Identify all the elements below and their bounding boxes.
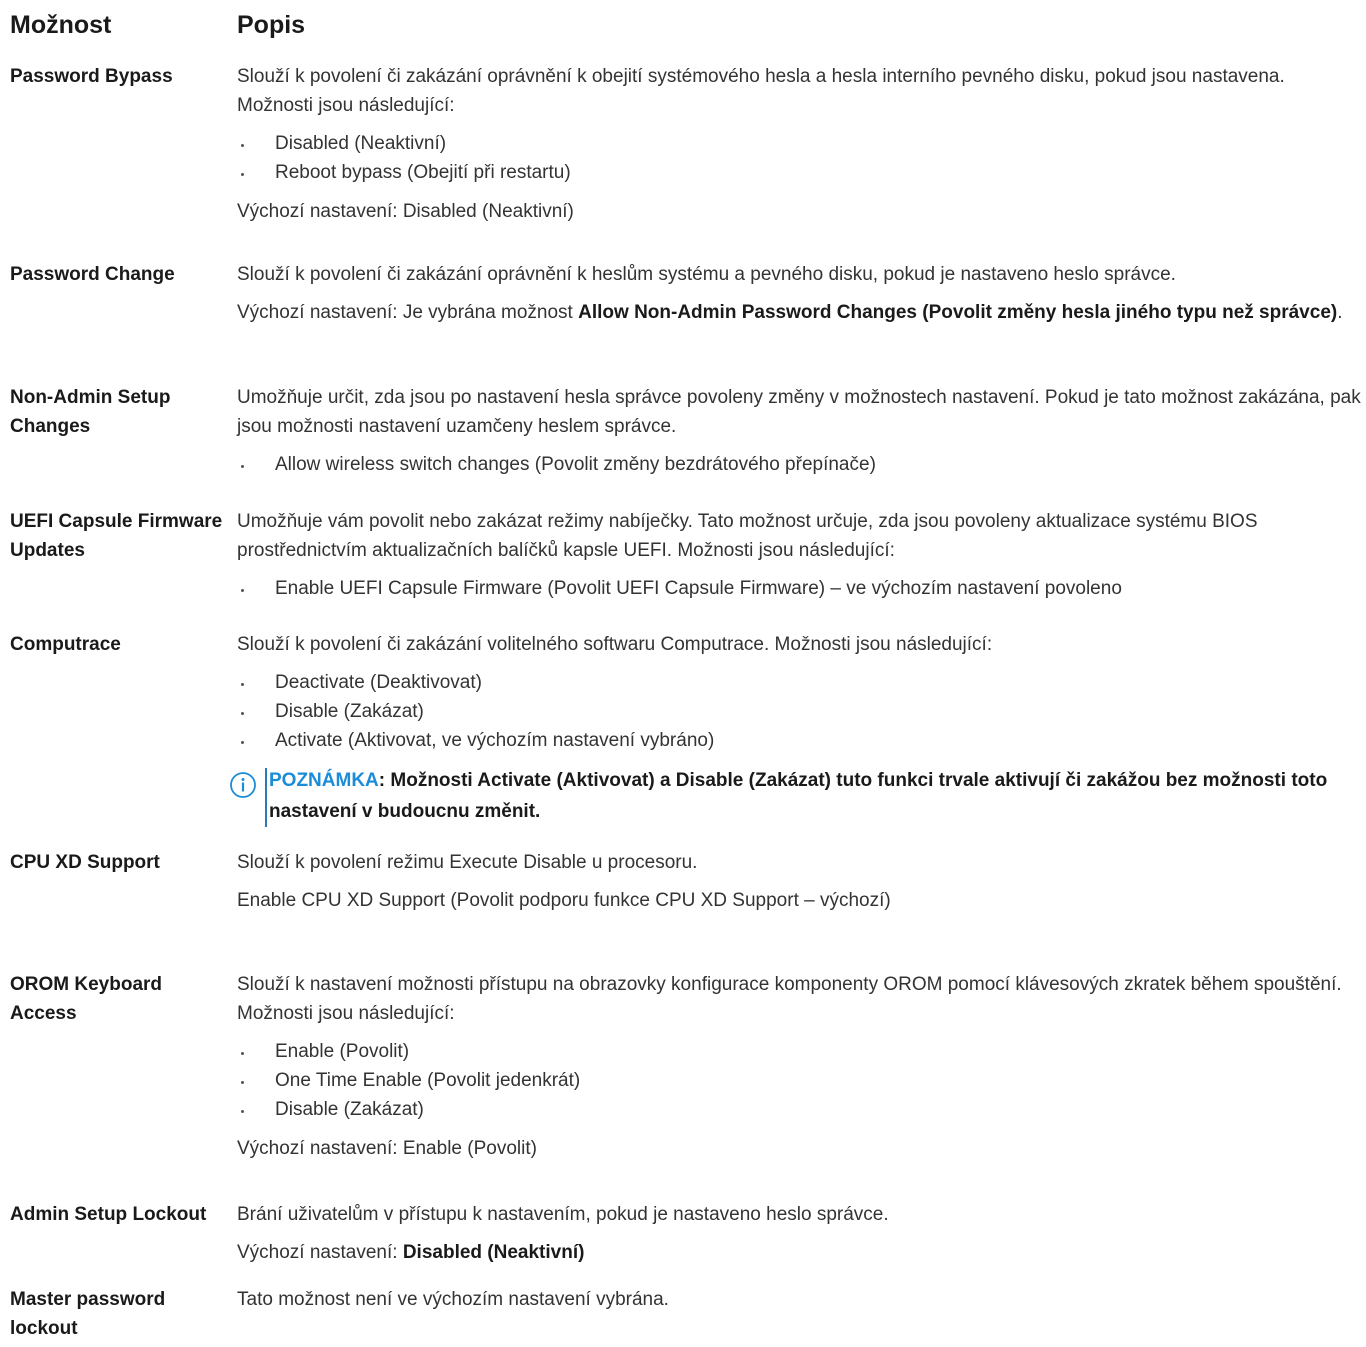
description-text: Slouží k povolení či zakázání oprávnění … [237, 264, 1176, 285]
list-item: Disable (Zakázat) [237, 697, 1362, 726]
list-item: Enable UEFI Capsule Firmware (Povolit UE… [237, 574, 1362, 603]
option-description: Slouží k povolení či zakázání volitelnéh… [230, 630, 1362, 827]
option-list: Allow wireless switch changes (Povolit z… [237, 450, 1362, 479]
description-text: Brání uživatelům v přístupu k nastavením… [237, 1204, 889, 1225]
list-item: Activate (Aktivovat, ve výchozím nastave… [237, 726, 1362, 755]
option-description: Slouží k povolení či zakázání oprávnění … [237, 62, 1362, 235]
description-text: Slouží k povolení či zakázání oprávnění … [237, 66, 1285, 116]
option-list: Disabled (Neaktivní) Reboot bypass (Obej… [237, 129, 1362, 187]
option-description: Brání uživatelům v přístupu k nastavením… [237, 1200, 1362, 1276]
default-setting: Výchozí nastavení: Je vybrána možnost Al… [237, 298, 1362, 327]
note-body: : Možnosti Activate (Aktivovat) a Disabl… [269, 770, 1328, 822]
default-setting: Enable CPU XD Support (Povolit podporu f… [237, 890, 891, 911]
option-name: UEFI Capsule Firmware Updates [10, 511, 223, 561]
option-name: CPU XD Support [10, 852, 160, 873]
option-description: Umožňuje vám povolit nebo zakázat režimy… [237, 507, 1362, 613]
list-item: Disabled (Neaktivní) [237, 129, 1362, 158]
default-setting: Výchozí nastavení: Enable (Povolit) [237, 1138, 537, 1159]
option-name: Master password lockout [10, 1289, 166, 1339]
note-text: POZNÁMKA: Možnosti Activate (Aktivovat) … [269, 765, 1362, 827]
default-suffix: . [1337, 302, 1343, 323]
description-text: Slouží k povolení režimu Execute Disable… [237, 852, 698, 873]
description-text: Umožňuje vám povolit nebo zakázat režimy… [237, 511, 1258, 561]
option-list: Deactivate (Deaktivovat) Disable (Zakáza… [237, 668, 1362, 755]
list-item: Allow wireless switch changes (Povolit z… [237, 450, 1362, 479]
description-text: Tato možnost není ve výchozím nastavení … [237, 1289, 669, 1310]
option-list: Enable UEFI Capsule Firmware (Povolit UE… [237, 574, 1362, 603]
option-description: Umožňuje určit, zda jsou po nastavení he… [237, 383, 1362, 489]
option-name: Admin Setup Lockout [10, 1204, 207, 1225]
default-value: Disabled (Neaktivní) [402, 1242, 585, 1263]
note-box: POZNÁMKA: Možnosti Activate (Aktivovat) … [229, 765, 1362, 827]
default-setting: Výchozí nastavení: Disabled (Neaktivní) [237, 201, 574, 222]
settings-table: Možnost Popis Password Bypass Slouží k p… [0, 0, 1366, 1347]
list-item: Deactivate (Deaktivovat) [237, 668, 1362, 697]
default-prefix: Výchozí nastavení: Je vybrána možnost [237, 302, 579, 323]
column-header-option: Možnost [10, 11, 112, 39]
option-description: Tato možnost není ve výchozím nastavení … [237, 1285, 1362, 1323]
option-name: OROM Keyboard Access [10, 974, 163, 1024]
option-name: Password Change [10, 264, 175, 285]
option-name: Non-Admin Setup Changes [10, 387, 171, 437]
default-setting: Výchozí nastavení: Disabled (Neaktivní) [237, 1238, 1362, 1267]
option-description: Slouží k povolení či zakázání oprávnění … [237, 260, 1362, 336]
info-icon [230, 772, 256, 798]
note-divider [265, 768, 267, 827]
option-name: Password Bypass [10, 66, 173, 87]
option-description: Slouží k povolení režimu Execute Disable… [237, 848, 1362, 924]
description-text: Slouží k povolení či zakázání volitelnéh… [237, 634, 993, 655]
note-label: POZNÁMKA [269, 770, 379, 791]
default-prefix: Výchozí nastavení: [237, 1242, 403, 1263]
list-item: Disable (Zakázat) [237, 1095, 1362, 1124]
option-list: Enable (Povolit) One Time Enable (Povoli… [237, 1037, 1362, 1124]
list-item: Enable (Povolit) [237, 1037, 1362, 1066]
description-text: Slouží k nastavení možnosti přístupu na … [237, 974, 1342, 1024]
list-item: Reboot bypass (Obejití při restartu) [237, 158, 1362, 187]
default-value: Allow Non-Admin Password Changes (Povoli… [578, 302, 1338, 323]
description-text: Umožňuje určit, zda jsou po nastavení he… [237, 387, 1361, 437]
option-name: Computrace [10, 634, 121, 655]
list-item: One Time Enable (Povolit jedenkrát) [237, 1066, 1362, 1095]
option-description: Slouží k nastavení možnosti přístupu na … [237, 970, 1362, 1172]
column-header-description: Popis [237, 11, 306, 39]
